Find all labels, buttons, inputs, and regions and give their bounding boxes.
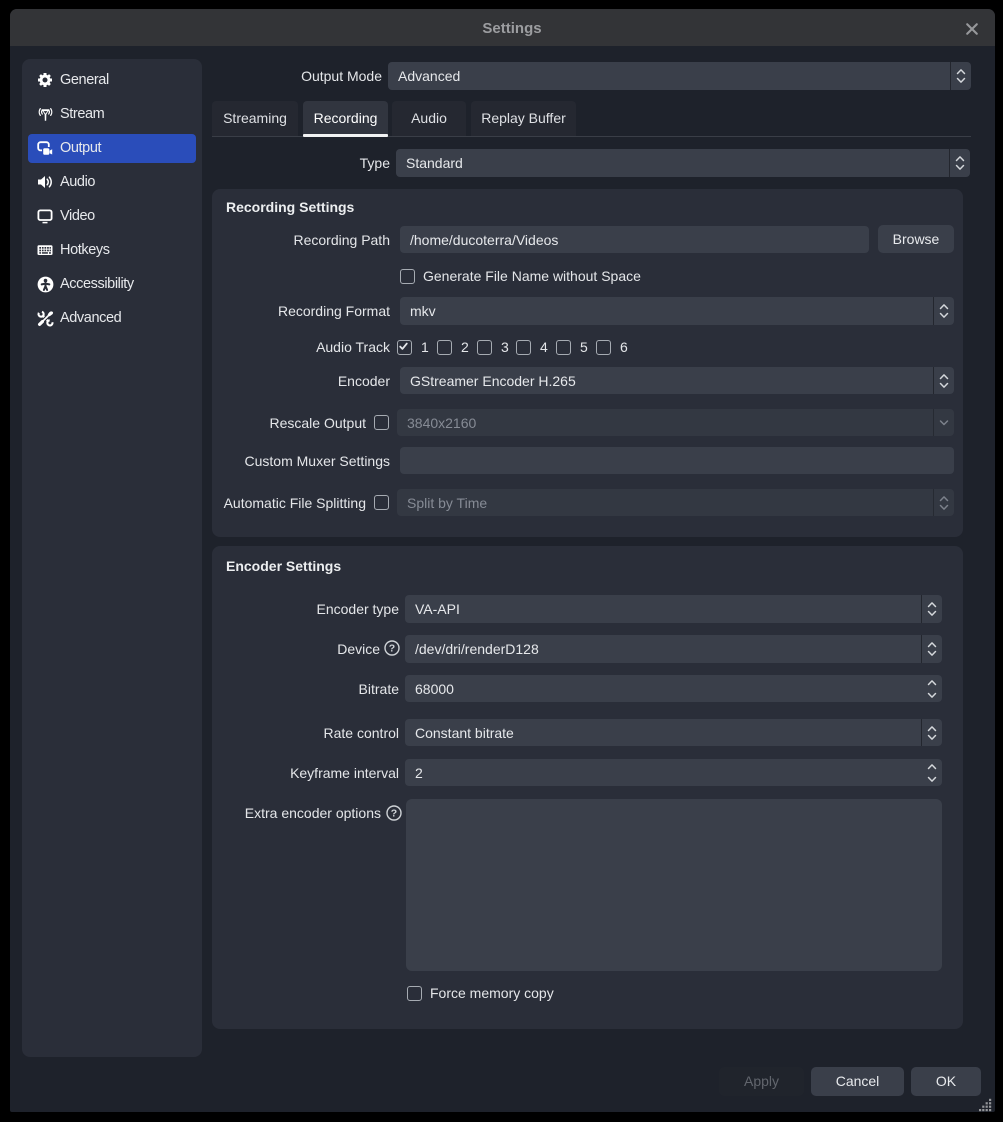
svg-text:?: ? [389, 643, 395, 655]
svg-text:?: ? [391, 808, 397, 820]
